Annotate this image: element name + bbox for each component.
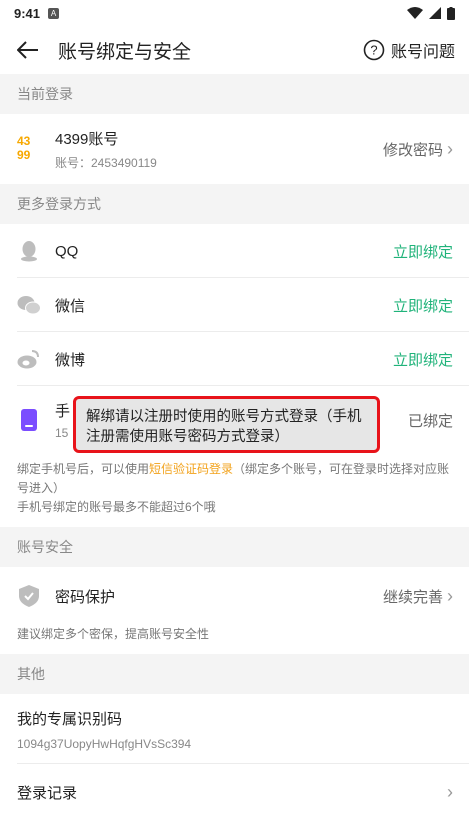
4399-logo: 43 99 xyxy=(17,135,39,163)
current-account-row: 43 99 4399账号 账号：2453490119 修改密码 › xyxy=(0,114,469,184)
arrow-left-icon xyxy=(17,41,38,59)
account-name: 4399账号 xyxy=(55,130,119,148)
password-protection-row[interactable]: 密码保护 继续完善 › xyxy=(0,567,469,625)
continue-improve-button[interactable]: 继续完善 › xyxy=(383,586,453,607)
section-account-security: 账号安全 xyxy=(0,527,469,567)
status-time: 9:41 xyxy=(14,5,41,21)
change-password-label: 修改密码 xyxy=(382,141,443,159)
login-row-wechat: 微信 立即绑定 xyxy=(0,278,469,332)
chevron-right-icon: › xyxy=(447,585,453,606)
app-header: 账号绑定与安全 ? 账号问题 xyxy=(0,26,469,74)
change-password-button[interactable]: 修改密码 › xyxy=(383,139,453,160)
svg-text:?: ? xyxy=(370,43,377,58)
account-number: 账号：2453490119 xyxy=(55,155,157,170)
page-title: 账号绑定与安全 xyxy=(58,41,192,63)
weibo-icon xyxy=(17,347,41,371)
section-current-login: 当前登录 xyxy=(0,74,469,114)
help-label: 账号问题 xyxy=(390,44,455,61)
unbind-toast: 解绑请以注册时使用的账号方式登录（手机注册需使用账号密码方式登录） xyxy=(73,396,380,453)
signal-icon xyxy=(429,7,441,19)
question-circle-icon: ? xyxy=(363,39,385,61)
notification-badge: A xyxy=(48,7,60,19)
login-label-phone: 手 xyxy=(55,403,71,420)
status-bar: 9:41 A xyxy=(0,0,469,26)
security-note: 建议绑定多个密保，提高账号安全性 xyxy=(17,627,210,641)
section-other: 其他 xyxy=(0,654,469,694)
exclusive-id-label: 我的专属识别码 xyxy=(17,711,123,728)
login-log-row[interactable]: 登录记录 › xyxy=(0,764,469,820)
wechat-icon xyxy=(17,293,41,317)
phone-number: 15 xyxy=(55,426,69,440)
wifi-icon xyxy=(407,7,423,19)
phone-icon xyxy=(17,408,41,432)
login-label-wechat: 微信 xyxy=(55,297,86,315)
back-button[interactable] xyxy=(14,36,42,64)
section-more-login: 更多登录方式 xyxy=(0,184,469,224)
battery-icon xyxy=(447,6,455,20)
account-help-button[interactable]: ? 账号问题 xyxy=(363,38,455,62)
shield-icon xyxy=(17,584,41,608)
continue-improve-label: 继续完善 xyxy=(382,588,443,606)
phone-bound-status: 已绑定 xyxy=(407,412,453,430)
note-limit-text: 手机号绑定的账号最多不能超过6个哦 xyxy=(17,500,216,514)
password-protection-label: 密码保护 xyxy=(55,588,116,606)
logo-text-top: 43 xyxy=(17,134,31,148)
note-text: 绑定手机号后，可以使用 xyxy=(17,462,150,476)
login-label-weibo: 微博 xyxy=(55,351,86,369)
phone-binding-note: 绑定手机号后，可以使用短信验证码登录（绑定多个账号，可在登录时选择对应账号进入）… xyxy=(0,454,469,527)
qq-icon xyxy=(17,239,41,263)
login-label-qq: QQ xyxy=(55,242,79,260)
exclusive-id-code: 1094g37UopyHwHqfgHVsSc394 xyxy=(17,737,192,751)
bind-qq-button[interactable]: 立即绑定 xyxy=(393,241,453,262)
login-row-qq: QQ 立即绑定 xyxy=(0,224,469,278)
login-row-weibo: 微博 立即绑定 xyxy=(0,332,469,386)
login-log-label: 登录记录 xyxy=(17,784,78,802)
logo-text-bottom: 99 xyxy=(17,148,31,162)
chevron-right-icon: › xyxy=(447,138,453,159)
chevron-right-icon: › xyxy=(447,781,453,802)
sms-login-link[interactable]: 短信验证码登录 xyxy=(149,462,233,476)
bind-wechat-button[interactable]: 立即绑定 xyxy=(393,295,453,316)
status-icons xyxy=(407,6,455,20)
bind-weibo-button[interactable]: 立即绑定 xyxy=(393,349,453,370)
exclusive-id-row: 我的专属识别码 1094g37UopyHwHqfgHVsSc394 xyxy=(0,694,469,764)
